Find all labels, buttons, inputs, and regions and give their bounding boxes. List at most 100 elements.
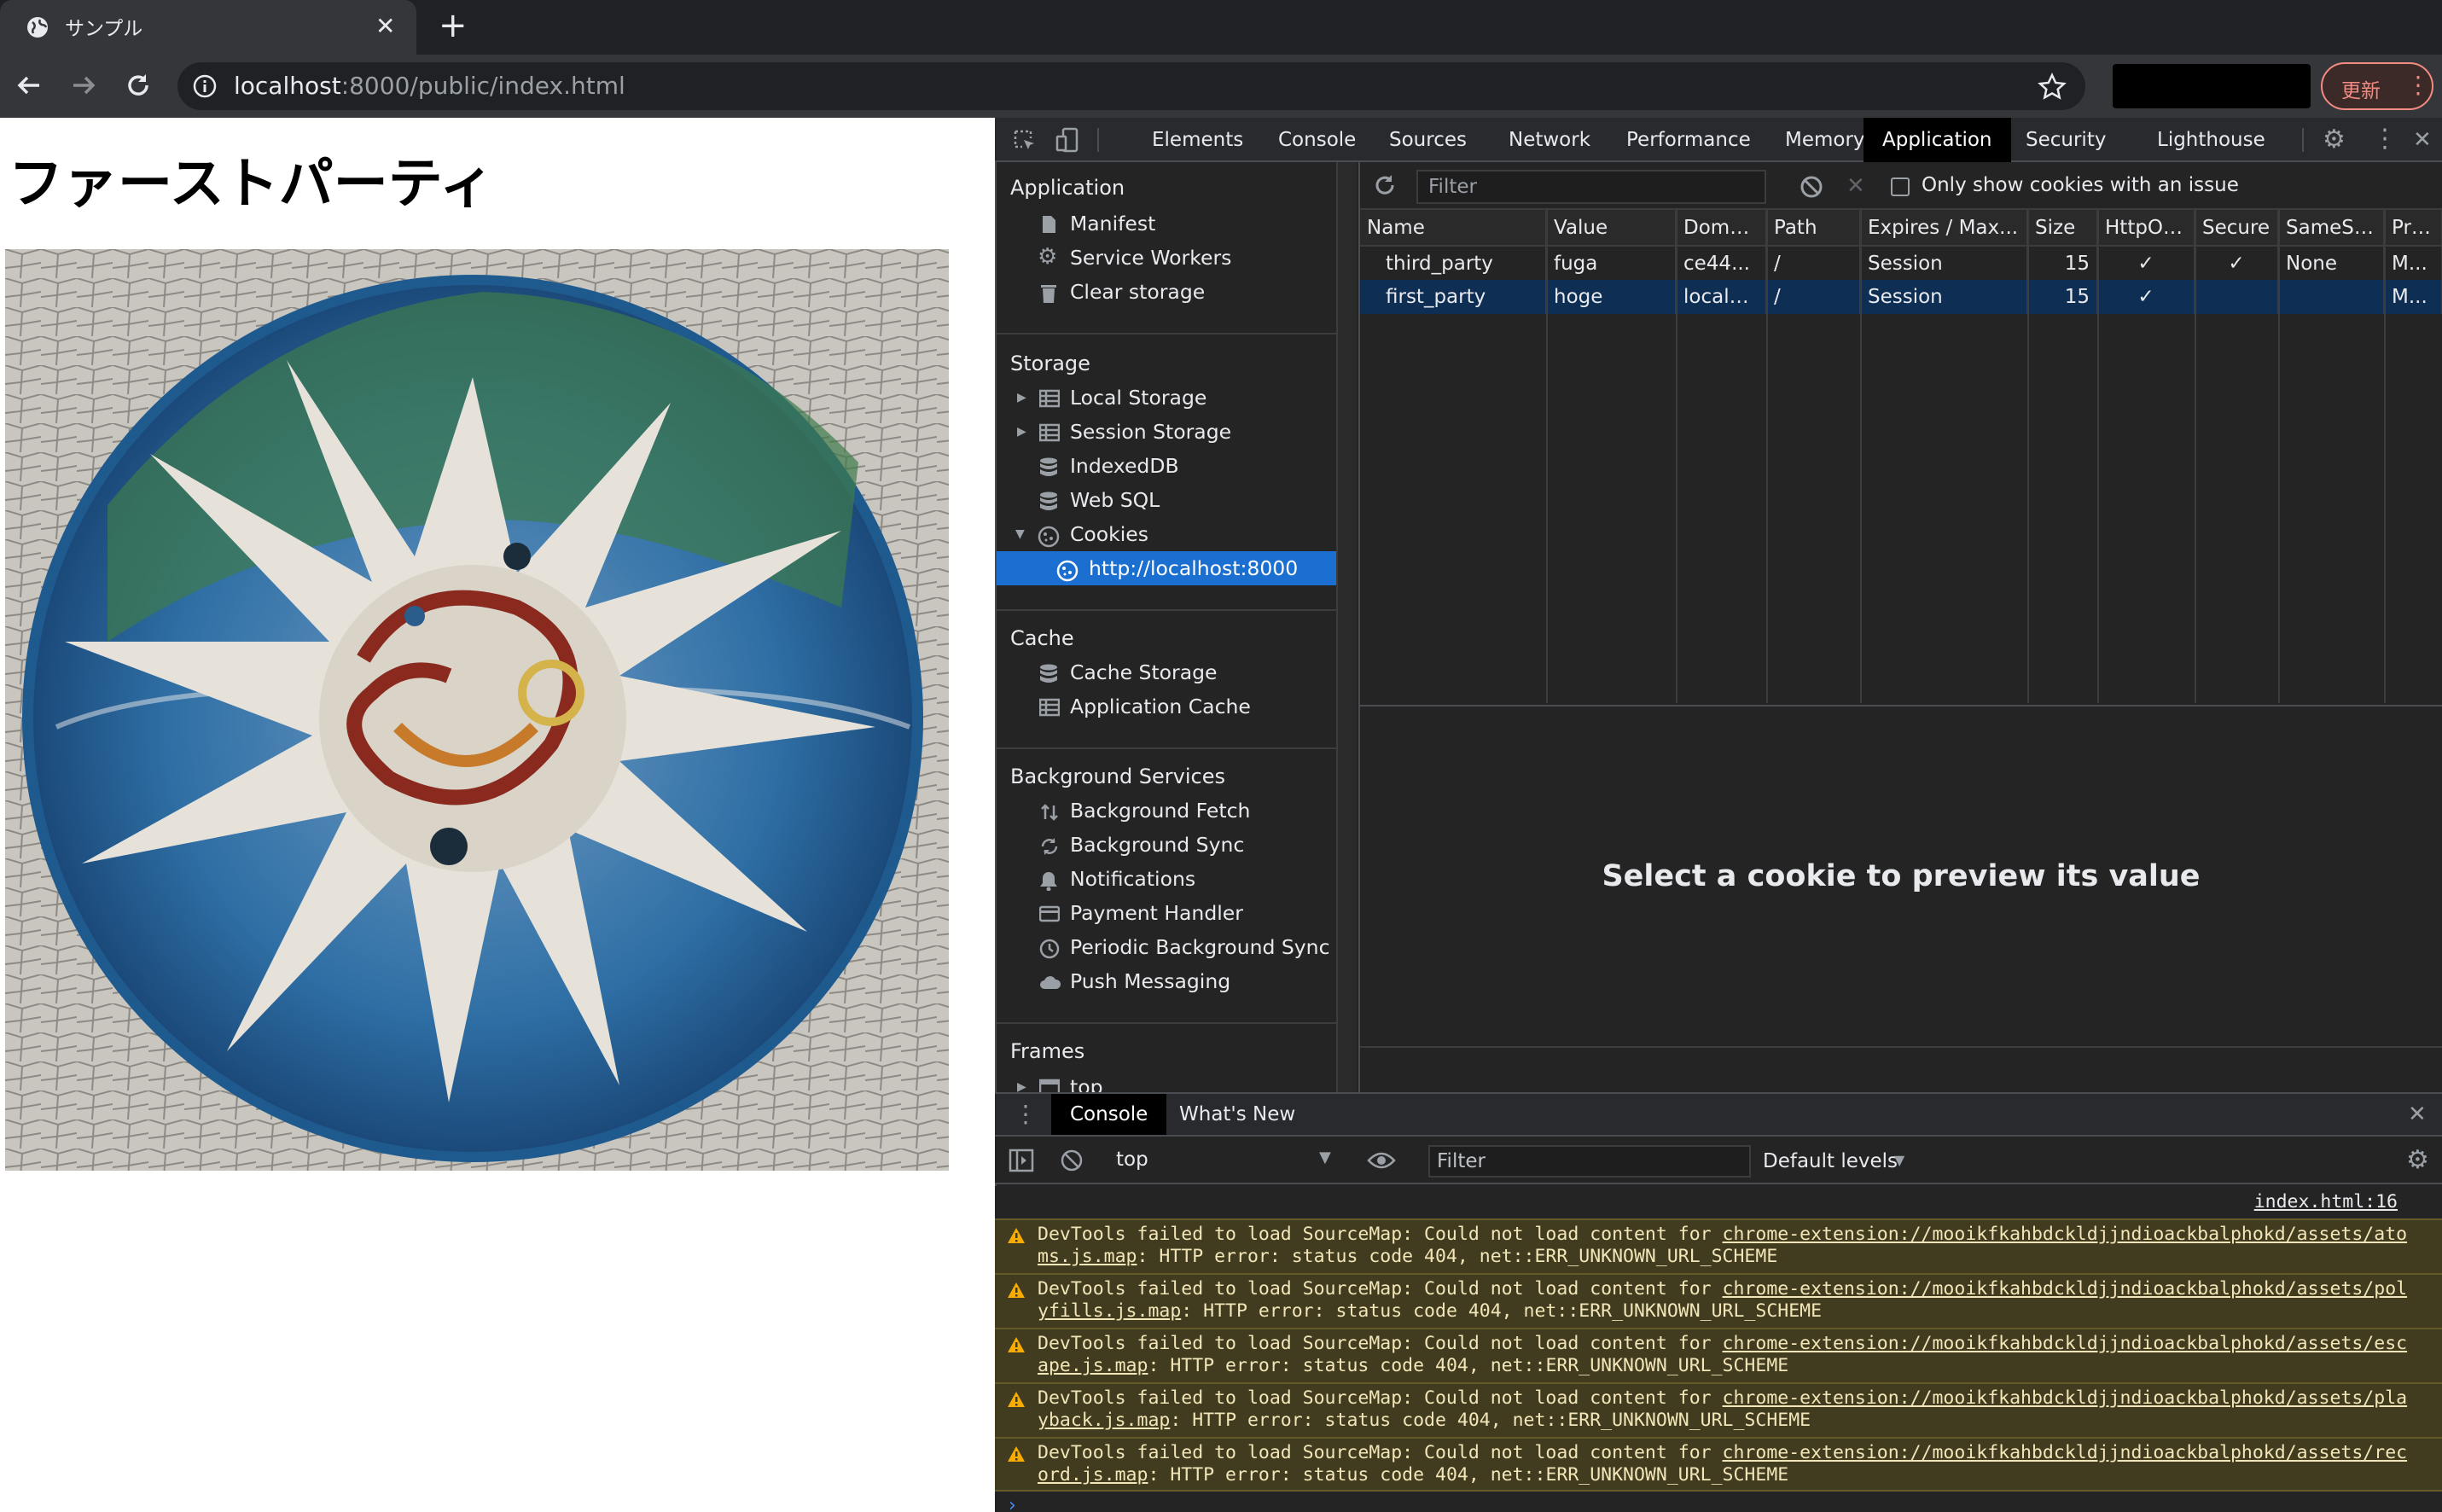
log-levels-dropdown[interactable]: Default levels ▼ [1763,1147,1933,1179]
update-label: 更新 [2341,80,2381,102]
collapse-arrow-icon[interactable]: ▼ [1015,517,1025,551]
console-settings-gear-icon[interactable]: ⚙ [2406,1145,2429,1176]
tab-lighthouse[interactable]: Lighthouse [2138,118,2284,162]
sidebar-item-label: Cookies [1070,522,1149,546]
column-divider [2097,210,2099,703]
message-text: : HTTP error: status code 404, net::ERR_… [1137,1246,1778,1267]
sidebar-item-manifest[interactable]: Manifest [997,206,1336,241]
more-options-icon[interactable]: ⋮ [2372,125,2398,154]
clear-console-icon[interactable] [1060,1149,1084,1172]
cell-httponly: ✓ [2097,246,2195,280]
preview-footer [1360,1046,2442,1092]
info-icon[interactable] [193,74,217,98]
profile-redacted[interactable] [2113,64,2311,108]
sidebar-toggle-icon[interactable] [1009,1149,1034,1172]
back-icon[interactable] [14,70,44,101]
live-expression-eye-icon[interactable] [1367,1149,1396,1172]
settings-gear-icon[interactable]: ⚙ [2323,126,2346,154]
console-warning: DevTools failed to load SourceMap: Could… [995,1273,2442,1328]
sidebar-item-indexeddb[interactable]: IndexedDB [997,449,1336,483]
cell-expires: Session [1860,280,2028,314]
tab-sources[interactable]: Sources [1370,118,1486,162]
sidebar-item-cache-storage[interactable]: Cache Storage [997,655,1336,689]
cookie-icon [1056,560,1079,582]
column-header-expires[interactable]: Expires / Max... [1860,210,2028,247]
column-header-samesite[interactable]: SameSite [2278,210,2385,247]
drawer-tab-whats-new[interactable]: What's New [1160,1094,1314,1135]
browser-tab[interactable]: サンプル ✕ [0,0,416,55]
close-devtools-icon[interactable]: ✕ [2413,126,2432,154]
column-header-size[interactable]: Size [2027,210,2098,247]
close-tab-icon[interactable]: ✕ [375,12,395,40]
sidebar-item-cookies[interactable]: ▼ Cookies [997,517,1336,551]
url-host: localhost [234,72,341,100]
only-issues-checkbox[interactable] [1891,177,1910,196]
column-header-path[interactable]: Path [1766,210,1861,247]
warning-icon [1007,1282,1026,1299]
table-icon [1039,423,1060,442]
close-drawer-icon[interactable]: ✕ [2408,1101,2427,1128]
clear-all-icon[interactable] [1799,174,1824,200]
updown-arrows-icon [1039,802,1058,821]
column-header-name[interactable]: Name [1360,210,1547,247]
only-issues-label: Only show cookies with an issue [1922,174,2239,196]
sidebar-item-background-fetch[interactable]: Background Fetch [997,794,1336,828]
cell-value: hoge [1546,280,1677,314]
sidebar-item-background-sync[interactable]: Background Sync [997,828,1336,862]
drawer-tab-console[interactable]: Console [1051,1094,1167,1135]
sidebar-item-web-sql[interactable]: Web SQL [997,483,1336,517]
sidebar-item-label: Periodic Background Sync [1070,935,1330,959]
address-bar[interactable]: localhost:8000/public/index.html [177,62,2085,110]
sidebar-item-session-storage[interactable]: ▶ Session Storage [997,415,1336,449]
sidebar-item-push-messaging[interactable]: Push Messaging [997,964,1336,998]
column-divider [2278,210,2280,703]
sidebar-item-cookie-origin[interactable]: http://localhost:8000 [997,551,1336,585]
cell-secure: ✓ [2195,246,2279,280]
sidebar-item-clear-storage[interactable]: Clear storage [997,275,1336,309]
reload-icon[interactable] [123,70,154,101]
forward-icon[interactable] [68,70,99,101]
tab-console[interactable]: Console [1259,118,1375,162]
divider [997,609,1336,611]
web-page: ファーストパーティ [0,118,995,1512]
tab-elements[interactable]: Elements [1133,118,1262,162]
column-header-value[interactable]: Value [1546,210,1677,247]
context-select[interactable]: top ▼ [1106,1142,1353,1178]
expand-arrow-icon[interactable]: ▶ [1017,1070,1026,1092]
refresh-icon[interactable] [1372,172,1398,198]
source-link[interactable]: index.html:16 [2254,1191,2398,1213]
console-filter-input[interactable]: Filter [1428,1145,1751,1178]
expand-arrow-icon[interactable]: ▶ [1017,381,1026,415]
sidebar-item-notifications[interactable]: Notifications [997,862,1336,896]
drawer-menu-icon[interactable]: ⋮ [1014,1099,1038,1130]
expand-arrow-icon[interactable]: ▶ [1017,415,1026,449]
sidebar-item-payment-handler[interactable]: Payment Handler [997,896,1336,930]
inspect-element-icon[interactable] [1012,128,1038,154]
tab-application[interactable]: Application [1863,118,2011,162]
new-tab-icon[interactable]: + [439,5,468,46]
bookmark-star-icon[interactable] [2038,73,2067,102]
column-header-priority[interactable]: Pri... [2384,210,2442,247]
sidebar-item-application-cache[interactable]: Application Cache [997,689,1336,724]
device-toolbar-icon[interactable] [1055,126,1082,154]
tab-performance[interactable]: Performance [1608,118,1770,162]
cell-size: 15 [2027,246,2098,280]
sidebar-item-frame-top[interactable]: ▶ top [997,1070,1336,1092]
sidebar-item-periodic-sync[interactable]: Periodic Background Sync [997,930,1336,964]
delete-selected-icon[interactable]: ✕ [1846,171,1865,201]
sidebar-item-local-storage[interactable]: ▶ Local Storage [997,381,1336,415]
sidebar-scrollbar[interactable] [1336,162,1357,1092]
menu-dots-icon: ⋮ [2406,71,2430,99]
tab-network[interactable]: Network [1490,118,1609,162]
tab-security[interactable]: Security [2007,118,2125,162]
cloud-icon [1039,973,1061,992]
column-header-domain[interactable]: Domain [1676,210,1767,247]
column-header-httponly[interactable]: HttpOnly [2097,210,2195,247]
sidebar-item-service-workers[interactable]: ⚙ Service Workers [997,241,1336,275]
cookie-filter-input[interactable]: Filter [1416,170,1766,204]
section-background-title: Background Services [1010,765,1226,788]
database-icon [1039,491,1058,510]
column-header-secure[interactable]: Secure [2195,210,2279,247]
update-button[interactable]: 更新 ⋮ [2321,62,2433,110]
console-prompt-icon[interactable]: › [1009,1495,1016,1512]
